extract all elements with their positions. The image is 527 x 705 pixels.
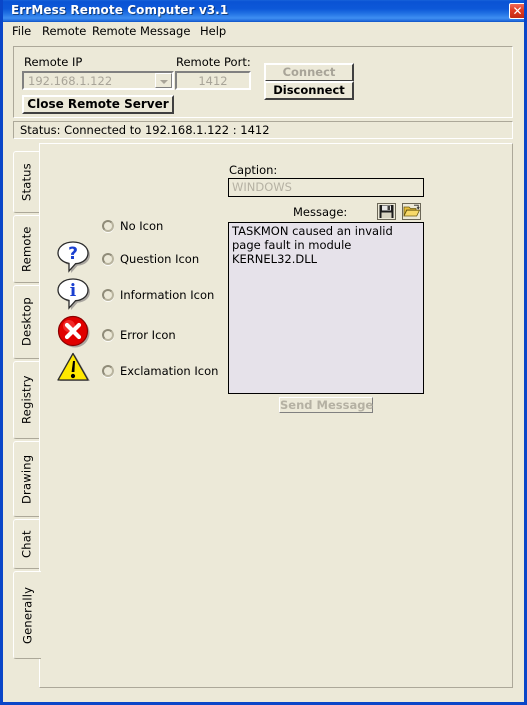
radio-label: Question Icon (120, 252, 200, 266)
tab-label: Status (19, 163, 34, 201)
tab-label: Chat (19, 530, 34, 558)
menu-item-file[interactable]: File (7, 24, 36, 39)
window-title: ErrMess Remote Computer v3.1 (11, 3, 229, 17)
tab-label: Drawing (19, 454, 34, 504)
chevron-down-icon[interactable] (155, 73, 172, 88)
send-message-button[interactable]: Send Message (279, 397, 373, 413)
remote-ip-value: 192.168.1.122 (28, 74, 113, 88)
close-window-button[interactable]: ✕ (509, 3, 524, 19)
title-bar: ErrMess Remote Computer v3.1 ✕ (3, 0, 524, 22)
tab-registry[interactable]: Registry (13, 361, 39, 439)
tab-status[interactable]: Status (13, 151, 39, 213)
application-window: ErrMess Remote Computer v3.1 ✕ File Remo… (0, 0, 527, 705)
caption-placeholder-text: WINDOWS (232, 180, 292, 194)
connect-button[interactable]: Connect (264, 63, 354, 82)
menu-item-help[interactable]: Help (195, 24, 231, 39)
tab-remote[interactable]: Remote (13, 215, 39, 283)
tab-label: Generally (20, 586, 35, 644)
remote-port-input[interactable]: 1412 (175, 71, 251, 90)
remote-port-label: Remote Port: (176, 55, 251, 69)
tab-label: Registry (19, 375, 34, 425)
caption-input[interactable]: WINDOWS (228, 178, 424, 197)
message-label: Message: (293, 205, 348, 219)
caption-label: Caption: (229, 163, 278, 177)
tab-label: Remote (19, 226, 34, 272)
radio-label: Information Icon (120, 288, 215, 302)
disconnect-button[interactable]: Disconnect (264, 81, 354, 100)
tab-drawing[interactable]: Drawing (13, 441, 39, 517)
close-remote-server-button[interactable]: Close Remote Server (22, 95, 174, 114)
radio-label: Error Icon (120, 328, 176, 342)
menu-item-message[interactable]: Message (135, 24, 195, 39)
remote-ip-label: Remote IP (24, 55, 83, 69)
status-text: Status: Connected to 192.168.1.122 : 141… (20, 123, 270, 137)
radio-information-icon[interactable] (102, 289, 114, 301)
tab-generally[interactable]: Generally (13, 571, 41, 659)
message-textarea[interactable]: TASKMON caused an invalid page fault in … (228, 222, 424, 394)
menu-item-remote-1[interactable]: Remote (37, 24, 91, 39)
status-bar: Status: Connected to 192.168.1.122 : 141… (13, 121, 513, 139)
remote-ip-combobox[interactable]: 192.168.1.122 (22, 71, 174, 90)
message-text: TASKMON caused an invalid page fault in … (232, 224, 397, 266)
tab-desktop[interactable]: Desktop (13, 285, 39, 359)
radio-error-icon[interactable] (102, 329, 114, 341)
information-balloon-icon: i (56, 277, 92, 313)
radio-exclamation-icon[interactable] (102, 365, 114, 377)
tab-chat[interactable]: Chat (13, 519, 39, 569)
svg-text:i: i (70, 281, 77, 301)
tab-label: Desktop (19, 297, 34, 347)
error-circle-icon (56, 314, 92, 350)
exclamation-triangle-icon (56, 350, 92, 386)
question-balloon-icon: ? (56, 240, 92, 276)
radio-label: Exclamation Icon (120, 364, 219, 378)
radio-question-icon[interactable] (102, 253, 114, 265)
radio-label: No Icon (120, 219, 164, 233)
remote-port-value: 1412 (198, 74, 228, 88)
menu-bar: File Remote Remote Message Help (3, 22, 524, 41)
save-floppy-icon[interactable] (377, 203, 396, 220)
close-icon: ✕ (512, 4, 523, 18)
radio-no-icon[interactable] (102, 220, 114, 232)
svg-text:?: ? (68, 244, 78, 264)
tab-panel-generally: No Icon ? Question Icon i Information Ic… (39, 143, 513, 688)
open-folder-icon[interactable] (402, 203, 421, 220)
vertical-tab-strip: Status Remote Desktop Registry Drawing C… (13, 143, 41, 688)
menu-item-remote-2[interactable]: Remote (87, 24, 141, 39)
